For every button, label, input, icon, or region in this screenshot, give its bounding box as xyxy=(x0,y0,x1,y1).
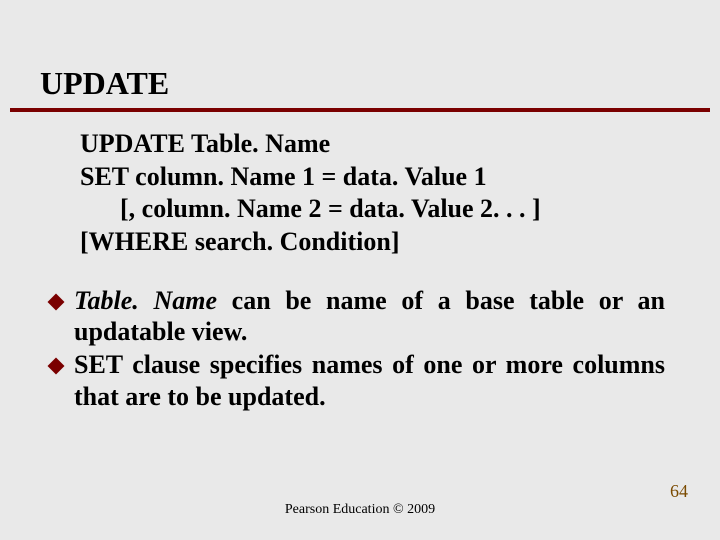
bullet-rest: SET clause specifies names of one or mor… xyxy=(74,350,665,410)
bullet-emph: Table. Name xyxy=(74,286,217,315)
title-underline xyxy=(10,108,710,112)
syntax-line-1: UPDATE Table. Name xyxy=(80,128,541,161)
footer-credit: Pearson Education © 2009 xyxy=(0,502,720,518)
syntax-line-2: SET column. Name 1 = data. Value 1 xyxy=(80,161,541,194)
syntax-line-3: [, column. Name 2 = data. Value 2. . . ] xyxy=(80,193,541,226)
bullet-icon xyxy=(48,294,65,311)
bullet-icon xyxy=(48,358,65,375)
bullet-list: Table. Name can be name of a base table … xyxy=(50,285,665,414)
bullet-item: SET clause specifies names of one or mor… xyxy=(50,349,665,411)
bullet-item: Table. Name can be name of a base table … xyxy=(50,285,665,347)
slide: UPDATE UPDATE Table. Name SET column. Na… xyxy=(0,0,720,540)
syntax-line-4: [WHERE search. Condition] xyxy=(80,226,541,259)
bullet-text: SET clause specifies names of one or mor… xyxy=(74,349,665,411)
bullet-text: Table. Name can be name of a base table … xyxy=(74,285,665,347)
sql-syntax-block: UPDATE Table. Name SET column. Name 1 = … xyxy=(80,128,541,258)
slide-title: UPDATE xyxy=(40,65,169,102)
page-number: 64 xyxy=(670,481,688,502)
